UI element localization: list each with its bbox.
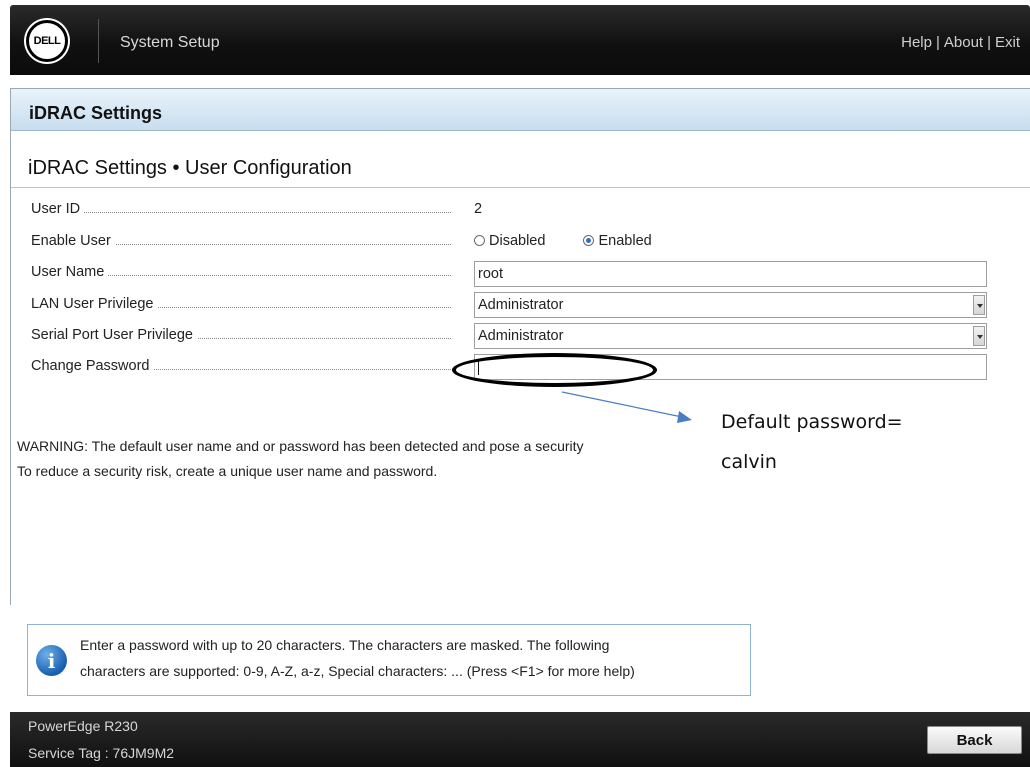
callout-line-2: calvin [721, 451, 777, 473]
callout-line-1: Default password= [721, 411, 903, 433]
default-password-callout: Default password= calvin [693, 389, 1030, 489]
callout-arrow [561, 391, 692, 423]
